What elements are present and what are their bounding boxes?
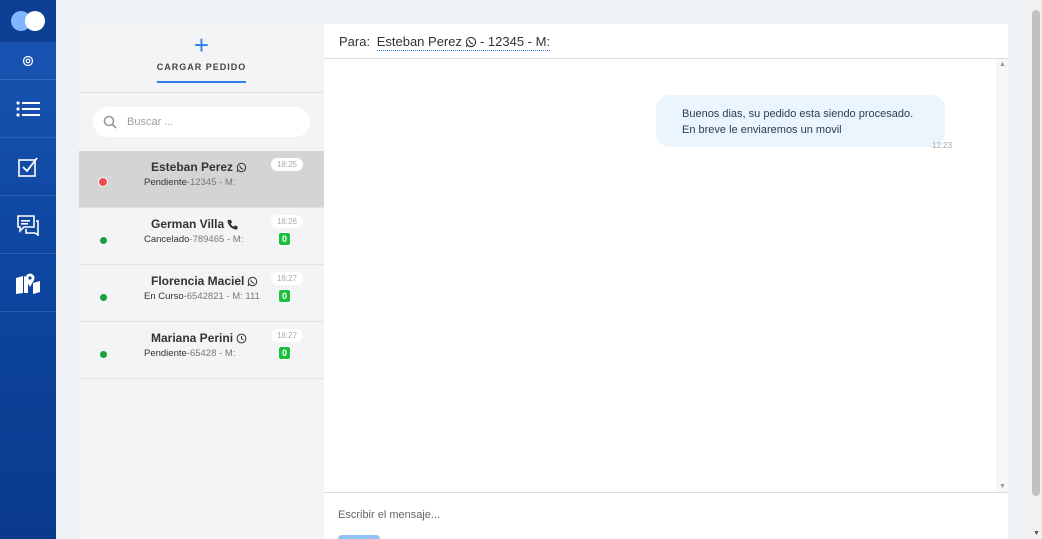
page-scrollbar[interactable]: ▼	[1030, 0, 1042, 539]
status-dot	[98, 177, 108, 187]
phone-icon	[227, 219, 238, 230]
account-button[interactable]	[0, 42, 56, 80]
whatsapp-icon	[236, 162, 247, 172]
contact-name: Florencia Maciel	[151, 274, 258, 288]
unread-badge: 0	[277, 346, 291, 360]
recipient[interactable]: Esteban Perez - 12345 - M:	[376, 34, 551, 51]
status-dot	[100, 351, 107, 358]
timestamp: 18:27	[270, 329, 303, 342]
conversation-subtitle: En Curso-6542821 - M: 111	[144, 291, 260, 302]
search-box	[93, 107, 310, 137]
messages-scrollbar[interactable]: ▲ ▼	[996, 59, 1008, 492]
app-logo	[0, 0, 56, 42]
whatsapp-icon	[465, 36, 477, 47]
nav-list-button[interactable]	[0, 80, 56, 138]
panel-header: + CARGAR PEDIDO	[79, 24, 324, 93]
timestamp: 18:26	[270, 215, 303, 228]
contact-name: Esteban Perez	[151, 160, 247, 174]
add-order-label: CARGAR PEDIDO	[156, 56, 247, 83]
message-composer	[324, 492, 1008, 539]
map-icon	[16, 273, 40, 294]
message-bubble: Buenos dias, su pedido esta siendo proce…	[656, 95, 945, 147]
contact-name: Mariana Perini	[151, 331, 247, 345]
search-input[interactable]	[127, 116, 287, 128]
timestamp: 18:25	[270, 158, 303, 171]
chat-header: Para: Esteban Perez - 12345 - M:	[324, 24, 1008, 59]
timestamp: 18:27	[270, 272, 303, 285]
plus-icon: +	[193, 29, 210, 60]
conversation-subtitle: Cancelado-789465 - M:	[144, 234, 244, 245]
conversation-item[interactable]: Florencia Maciel En Curso-6542821 - M: 1…	[79, 265, 324, 322]
list-icon	[16, 100, 40, 117]
recipient-label: Para:	[339, 34, 371, 49]
nav-rail	[0, 0, 56, 539]
conversation-item[interactable]: German Villa Cancelado-789465 - M: 18:26…	[79, 208, 324, 265]
unread-badge: 0	[277, 289, 291, 303]
at-sign-icon	[22, 55, 34, 66]
scroll-down-icon[interactable]: ▼	[999, 483, 1006, 490]
scroll-up-icon[interactable]: ▲	[999, 61, 1006, 68]
message-input[interactable]	[338, 509, 938, 521]
contact-name: German Villa	[151, 217, 238, 231]
status-dot	[100, 237, 107, 244]
conversation-subtitle: Pendiente-65428 - M:	[144, 348, 236, 359]
message-line: En breve le enviaremos un movil	[682, 124, 842, 136]
nav-chat-button[interactable]	[0, 196, 56, 254]
scrollbar-thumb[interactable]	[1032, 10, 1040, 496]
conversation-item[interactable]: Esteban Perez Pendiente-12345 - M: 18:25	[79, 151, 324, 208]
message-time: 12:23	[932, 141, 953, 150]
checkbox-icon	[18, 156, 38, 177]
recipient-detail: - 12345 - M:	[479, 34, 551, 49]
message-line: Buenos dias, su pedido esta siendo proce…	[682, 108, 914, 120]
chat-icon	[17, 214, 39, 236]
scroll-down-icon[interactable]: ▼	[1033, 530, 1040, 537]
conversation-subtitle: Pendiente-12345 - M:	[144, 177, 236, 188]
add-order-button[interactable]: + CARGAR PEDIDO	[156, 29, 247, 83]
conversation-item[interactable]: Mariana Perini Pendiente-65428 - M: 18:2…	[79, 322, 324, 379]
search-icon	[103, 115, 117, 129]
clock-icon	[236, 333, 247, 343]
whatsapp-icon	[247, 276, 258, 286]
message-list[interactable]: Buenos dias, su pedido esta siendo proce…	[324, 59, 1008, 492]
send-button[interactable]	[338, 535, 380, 539]
status-dot	[100, 294, 107, 301]
search-wrap	[79, 93, 324, 151]
recipient-name: Esteban Perez	[376, 34, 462, 49]
conversation-panel: + CARGAR PEDIDO Esteban Perez Pendiente-…	[79, 24, 324, 539]
unread-badge: 0	[277, 232, 291, 246]
nav-tasks-button[interactable]	[0, 138, 56, 196]
nav-map-button[interactable]	[0, 254, 56, 312]
chat-window: Para: Esteban Perez - 12345 - M: Buenos …	[324, 24, 1008, 539]
